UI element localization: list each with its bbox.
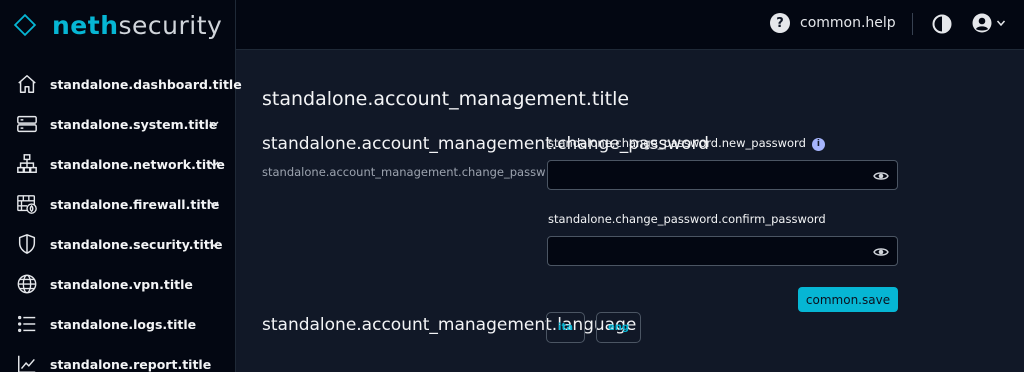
contrast-icon[interactable]	[932, 14, 952, 34]
sidebar-nav: standalone.dashboard.title standalone.sy…	[0, 64, 242, 372]
confirm-password-label: standalone.change_password.confirm_passw…	[548, 212, 826, 226]
sidebar-item-label: standalone.report.title	[50, 356, 212, 372]
sidebar-item-label: standalone.network.title	[50, 156, 225, 172]
chevron-down-icon	[996, 20, 1006, 27]
main-content: standalone.account_management.title stan…	[236, 50, 1024, 372]
new-password-label: standalone.change_password.new_password i	[548, 136, 825, 151]
user-circle-icon	[972, 13, 992, 33]
sidebar: nethsecurity standalone.dashboard.title …	[0, 0, 242, 372]
chevron-down-icon	[209, 241, 219, 248]
app-logo[interactable]: nethsecurity	[12, 8, 222, 42]
network-icon	[16, 153, 38, 175]
chart-line-icon	[16, 353, 38, 372]
globe-icon	[16, 273, 38, 295]
account-menu-button[interactable]	[972, 13, 1006, 33]
sidebar-item-security[interactable]: standalone.security.title	[0, 224, 236, 264]
sidebar-item-label: standalone.system.title	[50, 116, 218, 132]
help-button[interactable]: ? common.help	[770, 13, 896, 33]
eye-icon[interactable]	[873, 244, 889, 260]
help-label: common.help	[800, 15, 896, 31]
new-password-field[interactable]	[547, 160, 898, 190]
sidebar-item-vpn[interactable]: standalone.vpn.title	[0, 264, 236, 304]
server-icon	[16, 113, 38, 135]
brand-name: nethsecurity	[52, 10, 223, 40]
save-button[interactable]: common.save	[798, 287, 898, 312]
chevron-down-icon	[209, 121, 219, 128]
info-icon[interactable]: i	[811, 137, 825, 151]
sidebar-item-label: standalone.dashboard.title	[50, 76, 242, 92]
sidebar-item-network[interactable]: standalone.network.title	[0, 144, 236, 184]
chevron-down-icon	[209, 161, 219, 168]
firewall-icon	[16, 193, 38, 215]
list-icon	[16, 313, 38, 335]
confirm-password-field[interactable]	[547, 236, 898, 266]
language-button-ita[interactable]: ita	[546, 312, 585, 343]
sidebar-item-dashboard[interactable]: standalone.dashboard.title	[0, 64, 242, 104]
new-password-input[interactable]	[548, 161, 897, 189]
chevron-down-icon	[209, 201, 219, 208]
sidebar-item-label: standalone.security.title	[50, 236, 223, 252]
sidebar-item-label: standalone.logs.title	[50, 316, 197, 332]
sidebar-item-firewall[interactable]: standalone.firewall.title	[0, 184, 236, 224]
shield-icon	[16, 233, 38, 255]
sidebar-item-label: standalone.firewall.title	[50, 196, 220, 212]
question-circle-icon: ?	[770, 13, 790, 33]
change-password-description: standalone.account_management.change_pas…	[262, 165, 546, 179]
sidebar-item-report[interactable]: standalone.report.title	[0, 344, 236, 372]
topbar-divider	[912, 13, 913, 35]
sidebar-item-label: standalone.vpn.title	[50, 276, 193, 292]
sidebar-item-system[interactable]: standalone.system.title	[0, 104, 236, 144]
sidebar-item-logs[interactable]: standalone.logs.title	[0, 304, 236, 344]
diamond-logo-icon	[13, 13, 37, 37]
page-title: standalone.account_management.title	[262, 88, 630, 110]
top-bar: ? common.help	[236, 0, 1024, 50]
confirm-password-input[interactable]	[548, 237, 897, 265]
home-icon	[16, 73, 38, 95]
language-button-eng[interactable]: eng	[596, 312, 641, 343]
eye-icon[interactable]	[873, 168, 889, 184]
